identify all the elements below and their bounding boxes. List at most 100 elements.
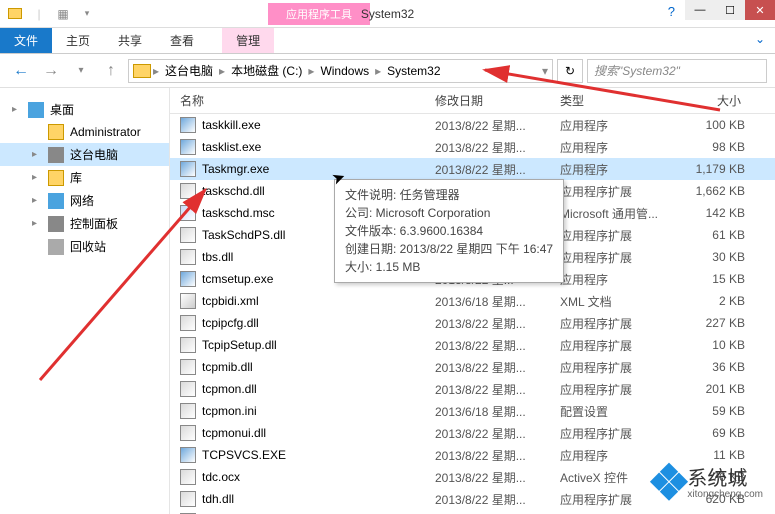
watermark-sub: xitongcheng.com <box>687 489 763 500</box>
computer-icon <box>48 147 64 163</box>
tab-home[interactable]: 主页 <box>52 28 104 53</box>
twisty-icon[interactable]: ▸ <box>12 104 17 115</box>
nav-item-label: 桌面 <box>50 101 74 118</box>
nav-item-control[interactable]: ▸控制面板 <box>0 212 169 235</box>
file-size: 100 KB <box>675 118 755 132</box>
nav-item-lib[interactable]: ▸库 <box>0 166 169 189</box>
nav-item-recycle[interactable]: 回收站 <box>0 235 169 258</box>
file-xml-icon <box>180 293 196 309</box>
file-date: 2013/8/22 星期... <box>435 425 560 442</box>
file-name: tcpmonui.dll <box>202 426 435 440</box>
forward-button[interactable]: → <box>38 58 64 84</box>
file-dll-icon <box>180 337 196 353</box>
nav-item-label: 回收站 <box>70 238 106 255</box>
breadcrumb[interactable]: ▸ 这台电脑 ▸ 本地磁盘 (C:) ▸ Windows ▸ System32 … <box>128 59 553 83</box>
crumb-windows[interactable]: Windows <box>316 64 373 78</box>
ribbon: 文件 主页 共享 查看 管理 ⌄ <box>0 28 775 54</box>
contextual-tab-label: 应用程序工具 <box>268 3 370 25</box>
file-row[interactable]: tcpmib.dll2013/8/22 星期...应用程序扩展36 KB <box>170 356 775 378</box>
file-row[interactable]: tcpmon.ini2013/6/18 星期...配置设置59 KB <box>170 400 775 422</box>
col-date[interactable]: 修改日期 <box>435 92 560 109</box>
file-row[interactable]: tcpbidi.xml2013/6/18 星期...XML 文档2 KB <box>170 290 775 312</box>
twisty-icon[interactable]: ▸ <box>32 218 37 229</box>
file-row[interactable]: Taskmgr.exe2013/8/22 星期...应用程序1,179 KB <box>170 158 775 180</box>
refresh-button[interactable]: ↻ <box>557 59 583 83</box>
close-button[interactable]: ✕ <box>745 0 775 20</box>
file-row[interactable]: taskkill.exe2013/8/22 星期...应用程序100 KB <box>170 114 775 136</box>
breadcrumb-sep[interactable]: ▸ <box>308 64 314 78</box>
help-button[interactable]: ? <box>668 4 675 19</box>
nav-item-desktop[interactable]: ▸ 桌面 <box>0 98 169 121</box>
qat-separator: | <box>28 3 50 25</box>
col-size[interactable]: 大小 <box>675 92 765 109</box>
file-type: 应用程序扩展 <box>560 315 675 332</box>
file-name: tcpbidi.xml <box>202 294 435 308</box>
file-type: 应用程序 <box>560 139 675 156</box>
file-type: 应用程序扩展 <box>560 359 675 376</box>
crumb-drive[interactable]: 本地磁盘 (C:) <box>227 62 306 79</box>
search-input[interactable]: 搜索"System32" <box>587 59 767 83</box>
file-exe-icon <box>180 161 196 177</box>
file-date: 2013/8/22 星期... <box>435 381 560 398</box>
file-ocx-icon <box>180 469 196 485</box>
file-type: 应用程序扩展 <box>560 249 675 266</box>
up-button[interactable]: ↑ <box>98 58 124 84</box>
lib-icon <box>48 170 64 186</box>
file-name: TcpipSetup.dll <box>202 338 435 352</box>
crumb-system32[interactable]: System32 <box>383 64 444 78</box>
nav-item-network[interactable]: ▸网络 <box>0 189 169 212</box>
file-size: 15 KB <box>675 272 755 286</box>
tab-share[interactable]: 共享 <box>104 28 156 53</box>
file-row[interactable]: tcpmon.dll2013/8/22 星期...应用程序扩展201 KB <box>170 378 775 400</box>
back-button[interactable]: ← <box>8 58 34 84</box>
file-size: 59 KB <box>675 404 755 418</box>
properties-qat-icon[interactable]: ▦ <box>52 3 74 25</box>
crumb-computer[interactable]: 这台电脑 <box>161 62 217 79</box>
file-size: 69 KB <box>675 426 755 440</box>
twisty-icon[interactable]: ▸ <box>32 149 37 160</box>
file-dll-icon <box>180 227 196 243</box>
file-type: 应用程序扩展 <box>560 381 675 398</box>
window-title: System32 <box>361 7 414 21</box>
minimize-button[interactable]: — <box>685 0 715 20</box>
breadcrumb-sep[interactable]: ▸ <box>153 64 159 78</box>
file-date: 2013/6/18 星期... <box>435 293 560 310</box>
twisty-icon[interactable]: ▸ <box>32 195 37 206</box>
expand-ribbon-icon[interactable]: ⌄ <box>745 28 775 53</box>
breadcrumb-sep[interactable]: ▸ <box>375 64 381 78</box>
file-exe-icon <box>180 447 196 463</box>
control-icon <box>48 216 64 232</box>
tooltip-line: 大小: 1.15 MB <box>345 258 553 276</box>
twisty-icon[interactable]: ▸ <box>32 172 37 183</box>
file-dll-icon <box>180 425 196 441</box>
file-size: 201 KB <box>675 382 755 396</box>
tab-view[interactable]: 查看 <box>156 28 208 53</box>
file-row[interactable]: TelemetrySampleManifest.xml2013/6/18 星期.… <box>170 510 775 514</box>
folder-qat-icon[interactable] <box>4 3 26 25</box>
qat-dropdown-icon[interactable]: ▾ <box>76 3 98 25</box>
file-tooltip: 文件说明: 任务管理器 公司: Microsoft Corporation 文件… <box>334 179 564 283</box>
file-size: 98 KB <box>675 140 755 154</box>
file-name: tcpipcfg.dll <box>202 316 435 330</box>
file-name: tcpmib.dll <box>202 360 435 374</box>
breadcrumb-dropdown-icon[interactable]: ▾ <box>542 64 548 78</box>
nav-item-user[interactable]: Administrator <box>0 121 169 143</box>
col-name[interactable]: 名称 <box>180 92 435 109</box>
file-tab[interactable]: 文件 <box>0 28 52 53</box>
navigation-pane: ▸ 桌面 Administrator▸这台电脑▸库▸网络▸控制面板回收站 <box>0 88 170 514</box>
maximize-button[interactable]: ☐ <box>715 0 745 20</box>
tab-manage[interactable]: 管理 <box>222 28 274 53</box>
title-bar: | ▦ ▾ 应用程序工具 System32 ? — ☐ ✕ <box>0 0 775 28</box>
file-date: 2013/8/22 星期... <box>435 139 560 156</box>
file-row[interactable]: tasklist.exe2013/8/22 星期...应用程序98 KB <box>170 136 775 158</box>
col-type[interactable]: 类型 <box>560 92 675 109</box>
file-name: TCPSVCS.EXE <box>202 448 435 462</box>
file-row[interactable]: tcpipcfg.dll2013/8/22 星期...应用程序扩展227 KB <box>170 312 775 334</box>
file-dll-icon <box>180 359 196 375</box>
file-row[interactable]: TcpipSetup.dll2013/8/22 星期...应用程序扩展10 KB <box>170 334 775 356</box>
breadcrumb-sep[interactable]: ▸ <box>219 64 225 78</box>
file-row[interactable]: tcpmonui.dll2013/8/22 星期...应用程序扩展69 KB <box>170 422 775 444</box>
nav-item-computer[interactable]: ▸这台电脑 <box>0 143 169 166</box>
recent-dropdown-icon[interactable]: ▾ <box>68 58 94 84</box>
file-size: 61 KB <box>675 228 755 242</box>
